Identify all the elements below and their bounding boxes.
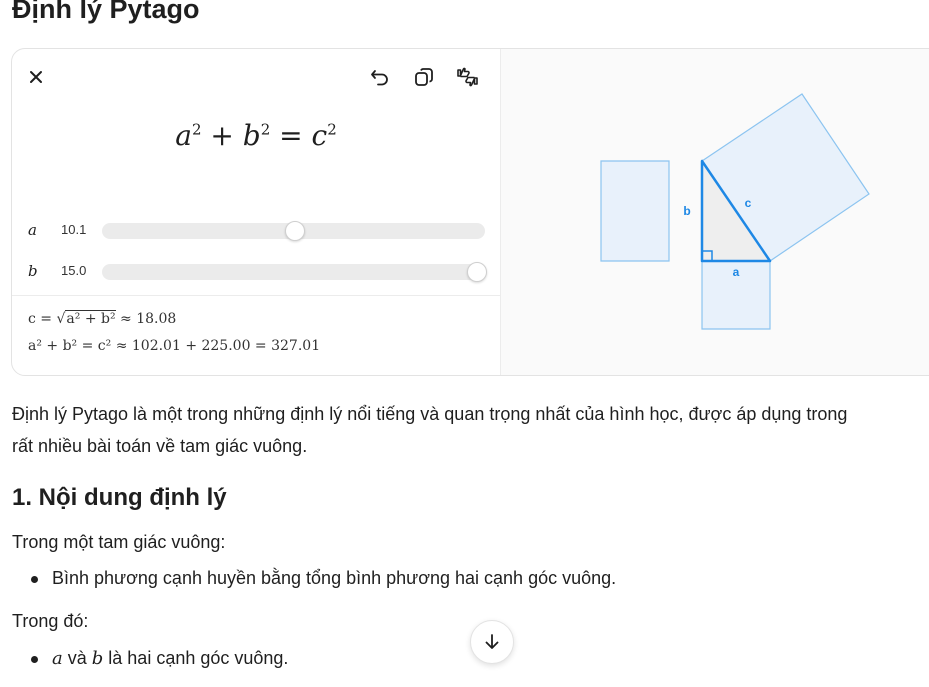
divider xyxy=(12,295,500,296)
slider-label-b: b xyxy=(28,262,38,280)
scroll-down-button[interactable] xyxy=(470,620,514,664)
label-side-b: b xyxy=(683,204,690,218)
slider-value-b: 15.0 xyxy=(61,263,87,278)
pythagoras-widget-card: a2 + b2 = c2 a 10.1 b 15.0 c = √a² + b² … xyxy=(11,48,929,376)
slider-row-b: b 15.0 xyxy=(28,262,488,282)
feedback-icon xyxy=(457,67,478,87)
page-title: Định lý Pytago xyxy=(12,0,200,24)
section-lead: Trong một tam giác vuông: xyxy=(12,532,226,552)
hypotenuse-result: c = √a² + b² ≈ 18.08 xyxy=(28,310,177,327)
slider-value-a: 10.1 xyxy=(61,222,87,237)
slider-thumb-a[interactable] xyxy=(284,221,305,241)
slider-label-a: a xyxy=(28,221,37,239)
slider-track-a[interactable] xyxy=(102,221,485,241)
arrow-down-icon xyxy=(485,634,499,649)
slider-thumb-b[interactable] xyxy=(467,262,487,282)
bullet-dot xyxy=(31,576,38,583)
close-button[interactable] xyxy=(22,63,50,91)
widget-controls-panel: a2 + b2 = c2 a 10.1 b 15.0 c = √a² + b² … xyxy=(12,49,501,375)
undo-button[interactable] xyxy=(366,63,394,91)
sum-of-squares-result: a² + b² = c² ≈ 102.01 + 225.00 = 327.01 xyxy=(28,338,321,354)
label-side-c: c xyxy=(745,196,752,210)
slider-row-a: a 10.1 xyxy=(28,221,488,241)
diagram-panel: a b c xyxy=(501,49,929,375)
pythagoras-diagram: a b c xyxy=(600,93,870,330)
where-label: Trong đó: xyxy=(12,611,89,631)
slider-track-b[interactable] xyxy=(102,262,487,282)
close-icon xyxy=(30,71,42,83)
copy-icon xyxy=(415,68,433,86)
square-on-side-b xyxy=(600,160,670,262)
copy-button[interactable] xyxy=(410,63,438,91)
section-heading: 1. Nội dung định lý xyxy=(12,484,227,511)
label-side-a: a xyxy=(733,265,740,279)
intro-paragraph: Định lý Pytago là một trong những định l… xyxy=(12,404,848,456)
pythagorean-formula: a2 + b2 = c2 xyxy=(175,119,337,152)
undo-icon xyxy=(371,70,388,86)
feedback-button[interactable] xyxy=(454,63,482,91)
bullet-dot xyxy=(31,656,38,663)
